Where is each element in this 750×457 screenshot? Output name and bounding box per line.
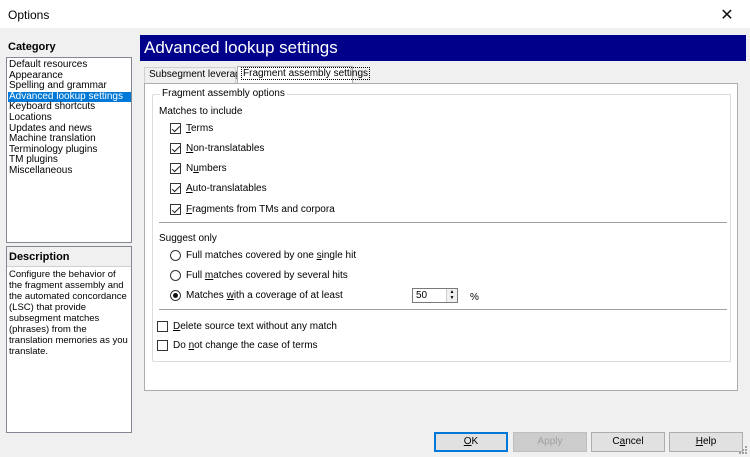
separator bbox=[159, 222, 727, 223]
coverage-radio-row[interactable]: Matches with a coverage of at least bbox=[170, 290, 343, 301]
numbers-checkbox-row[interactable]: Numbers bbox=[170, 163, 227, 174]
description-title: Description bbox=[7, 247, 131, 267]
no-case-change-label: Do not change the case of terms bbox=[173, 340, 318, 351]
several-hits-label: Full matches covered by several hits bbox=[186, 270, 348, 281]
fragment-assembly-group: Fragment assembly options Matches to inc… bbox=[152, 88, 731, 362]
resize-grip-icon[interactable] bbox=[738, 445, 748, 455]
auto-translatables-label: Auto-translatables bbox=[186, 183, 267, 194]
stepper-arrows: ▲ ▼ bbox=[446, 289, 457, 302]
terms-checkbox-row[interactable]: Terms bbox=[170, 123, 213, 134]
coverage-unit: % bbox=[470, 292, 479, 303]
separator bbox=[159, 309, 727, 310]
description-text: Configure the behavior of the fragment a… bbox=[9, 269, 128, 357]
non-translatables-checkbox[interactable] bbox=[170, 143, 181, 154]
category-item-miscellaneous[interactable]: Miscellaneous bbox=[8, 165, 131, 177]
tab-label: Subsegment leverage bbox=[149, 69, 247, 80]
description-panel: Description Configure the behavior of th… bbox=[6, 246, 132, 433]
matches-label: Matches to include bbox=[159, 106, 243, 117]
tab-fragment-assembly[interactable]: Fragment assembly settings bbox=[237, 66, 371, 84]
one-hit-label: Full matches covered by one single hit bbox=[186, 250, 357, 261]
tab-subsegment-leverage[interactable]: Subsegment leverage bbox=[144, 67, 246, 83]
category-item-default-resources[interactable]: Default resources bbox=[8, 59, 131, 71]
close-icon[interactable]: ✕ bbox=[704, 0, 750, 29]
coverage-value[interactable]: 50 bbox=[416, 290, 427, 301]
apply-button[interactable]: Apply bbox=[513, 432, 587, 452]
category-list[interactable]: Default resources Appearance Spelling an… bbox=[6, 57, 132, 243]
non-translatables-label: Non-translatables bbox=[186, 143, 265, 154]
one-hit-radio-row[interactable]: Full matches covered by one single hit bbox=[170, 250, 356, 261]
delete-source-checkbox-row[interactable]: Delete source text without any match bbox=[157, 321, 337, 332]
coverage-radio[interactable] bbox=[170, 290, 181, 301]
delete-source-checkbox[interactable] bbox=[157, 321, 168, 332]
auto-translatables-checkbox-row[interactable]: Auto-translatables bbox=[170, 183, 267, 194]
category-item-locations[interactable]: Locations bbox=[8, 112, 131, 124]
suggest-only-label: Suggest only bbox=[159, 233, 217, 244]
window-title: Options bbox=[8, 8, 50, 22]
fragments-label: Fragments from TMs and corpora bbox=[186, 204, 335, 215]
title-bar: Options ✕ bbox=[0, 0, 750, 29]
several-hits-radio[interactable] bbox=[170, 270, 181, 281]
tab-label: Fragment assembly settings bbox=[240, 67, 371, 80]
auto-translatables-checkbox[interactable] bbox=[170, 183, 181, 194]
coverage-stepper[interactable]: 50 ▲ ▼ bbox=[412, 288, 458, 303]
page-title: Advanced lookup settings bbox=[140, 35, 746, 61]
coverage-label: Matches with a coverage of at least bbox=[186, 290, 343, 301]
group-legend: Fragment assembly options bbox=[160, 88, 287, 99]
terms-checkbox[interactable] bbox=[170, 123, 181, 134]
terms-label: Terms bbox=[186, 123, 214, 134]
delete-source-label: Delete source text without any match bbox=[173, 321, 337, 332]
numbers-label: Numbers bbox=[186, 163, 227, 174]
help-button[interactable]: Help bbox=[669, 432, 743, 452]
no-case-change-checkbox[interactable] bbox=[157, 340, 168, 351]
one-hit-radio[interactable] bbox=[170, 250, 181, 261]
fragments-checkbox[interactable] bbox=[170, 204, 181, 215]
fragments-checkbox-row[interactable]: Fragments from TMs and corpora bbox=[170, 204, 335, 215]
non-translatables-checkbox-row[interactable]: Non-translatables bbox=[170, 143, 264, 154]
ok-button[interactable]: OK bbox=[434, 432, 508, 452]
tab-panel: Fragment assembly options Matches to inc… bbox=[144, 83, 738, 391]
no-case-change-checkbox-row[interactable]: Do not change the case of terms bbox=[157, 340, 318, 351]
category-label: Category bbox=[8, 41, 56, 53]
several-hits-radio-row[interactable]: Full matches covered by several hits bbox=[170, 270, 348, 281]
numbers-checkbox[interactable] bbox=[170, 163, 181, 174]
arrow-down-icon[interactable]: ▼ bbox=[447, 295, 457, 301]
cancel-button[interactable]: Cancel bbox=[591, 432, 665, 452]
